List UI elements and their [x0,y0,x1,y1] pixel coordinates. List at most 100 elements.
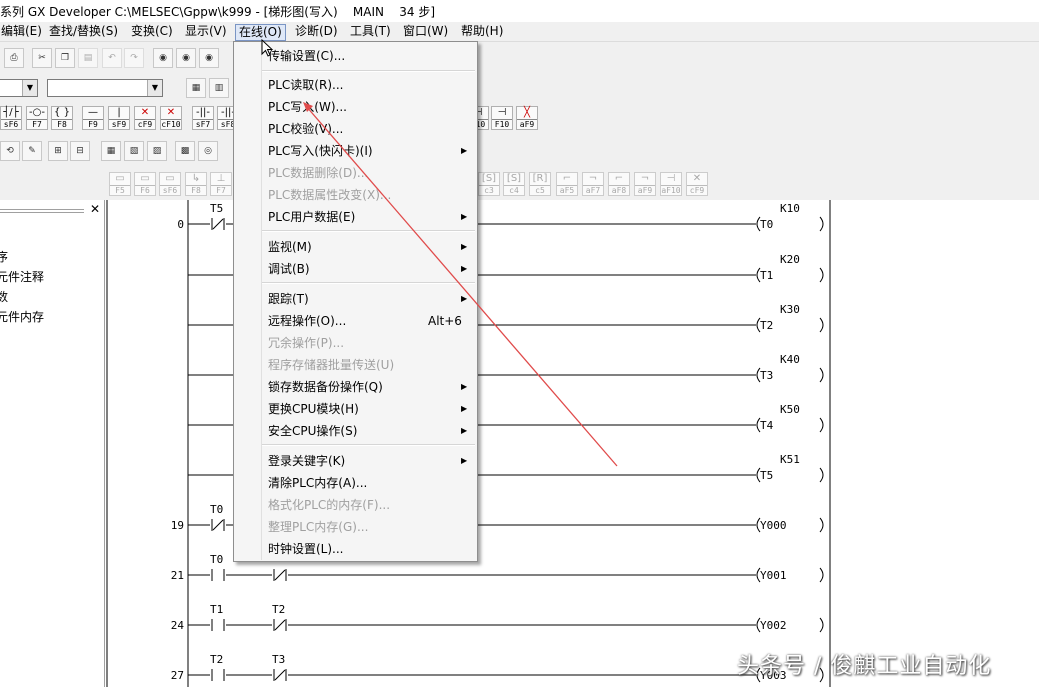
tree-item-program[interactable]: 序 [0,248,8,265]
fkey-c5[interactable]: [R] c5 [529,172,551,196]
fkey-af8[interactable]: ⌐ aF8 [608,172,630,196]
menu-diagnostics[interactable]: 诊断(D) [292,24,341,41]
fkey-f5[interactable]: ▭ F5 [109,172,131,196]
fkey-delete-vline-cf10[interactable]: ✕ cF10 [160,106,182,130]
online-menu-item[interactable]: 登录关键字(K) ▶ [235,450,476,472]
device-batch-icon[interactable]: ▩ [175,141,195,161]
menu-help[interactable]: 帮助(H) [458,24,506,41]
undo-icon[interactable]: ↶ [102,48,122,68]
ladder-edit-icon[interactable]: ▦ [101,141,121,161]
menu-item-shortcut: Alt+6 [428,314,462,328]
read-mode-2-icon[interactable]: ⊟ [70,141,90,161]
online-menu-item[interactable]: PLC读取(R)... [235,74,476,96]
online-menu-item[interactable]: 跟踪(T) ▶ [235,288,476,310]
online-menu-item[interactable]: 时钟设置(L)... [235,538,476,560]
online-menu-item[interactable]: 格式化PLC的内存(F)... [235,494,476,516]
paste-icon[interactable]: ▤ [78,48,98,68]
online-menu-item[interactable]: PLC写入(W)... [235,96,476,118]
parameter-icon[interactable]: ▥ [209,78,229,98]
fkey-af5[interactable]: ⌐ aF5 [556,172,578,196]
online-menu-item[interactable]: 冗余操作(P)... [235,332,476,354]
fkey-instruction-f8[interactable]: { } F8 [51,106,73,130]
coil-right-arc [819,216,824,232]
fkey-cf9[interactable]: ✕ cF9 [686,172,708,196]
device-search-icon[interactable]: ◉ [153,48,173,68]
fkey-af10[interactable]: ⊣ aF10 [660,172,682,196]
write-mode-icon[interactable]: ✎ [22,141,42,161]
fkey-rising-pulse-sf7[interactable]: -||- sF7 [192,106,214,130]
menu-item-label: 传输设置(C)... [268,49,346,63]
online-menu-item[interactable]: PLC数据删除(D)... [235,162,476,184]
coil-device-label: T0 [760,218,773,231]
timer-constant-label: K20 [780,253,800,266]
program-list-icon[interactable]: ▦ [186,78,206,98]
online-menu-item[interactable]: 更换CPU模块(H) ▶ [235,398,476,420]
menu-item-label: PLC用户数据(E) [268,210,356,224]
fkey-f7[interactable]: ⊥ F7 [210,172,232,196]
submenu-arrow-icon: ▶ [461,264,468,273]
fkey-coil-f7[interactable]: -○- F7 [26,106,48,130]
program-type-select[interactable]: ▼ [0,79,38,97]
menu-view[interactable]: 显示(V) [182,24,230,41]
online-menu-item[interactable]: 清除PLC内存(A)... [235,472,476,494]
online-menu-item[interactable]: 整理PLC内存(G)... [235,516,476,538]
online-menu-item[interactable]: PLC用户数据(E) ▶ [235,206,476,228]
fkey-right-f10-b[interactable]: ⊣ F10 [491,106,513,130]
tree-item-parameter[interactable]: 数 [0,288,8,305]
fkey-af7[interactable]: ¬ aF7 [582,172,604,196]
redo-icon[interactable]: ↷ [124,48,144,68]
submenu-arrow-icon: ▶ [461,212,468,221]
ladder-edit-3-icon[interactable]: ▨ [147,141,167,161]
menu-item-label: 锁存数据备份操作(Q) [268,380,383,394]
print-icon[interactable]: ⎙ [4,48,24,68]
comment-search-icon[interactable]: ◉ [199,48,219,68]
instruction-search-icon[interactable]: ◉ [176,48,196,68]
online-menu-item[interactable]: 调试(B) ▶ [235,258,476,280]
read-mode-icon[interactable]: ⊞ [48,141,68,161]
menu-item-label: 监视(M) [268,240,312,254]
submenu-arrow-icon: ▶ [461,404,468,413]
online-menu-item[interactable]: PLC校验(V)... [235,118,476,140]
close-icon[interactable]: ✕ [90,202,100,216]
online-menu-item[interactable]: 监视(M) ▶ [235,236,476,258]
online-menu-item[interactable]: 安全CPU操作(S) ▶ [235,420,476,442]
panel-grip[interactable] [0,209,84,213]
menu-find-replace[interactable]: 查找/替换(S) [46,24,121,41]
fkey-right-af9[interactable]: ╳ aF9 [516,106,538,130]
menu-separator [262,70,475,72]
online-menu-item[interactable]: 程序存储器批量传送(U) [235,354,476,376]
timer-constant-label: K10 [780,202,800,215]
fkey-hline-f9[interactable]: — F9 [82,106,104,130]
ladder-edit-2-icon[interactable]: ▧ [124,141,144,161]
fkey-sf6[interactable]: ▭ sF6 [159,172,181,196]
menu-item-label: 更换CPU模块(H) [268,402,359,416]
menu-item-label: PLC写入(W)... [268,100,347,114]
menu-item-label: 调试(B) [268,262,310,276]
menu-tools[interactable]: 工具(T) [347,24,394,41]
tree-item-device-memory[interactable]: 元件内存 [0,308,44,325]
zoom-icon[interactable]: ◎ [198,141,218,161]
menu-separator [262,444,475,446]
online-menu-item[interactable]: PLC数据属性改变(X)... [235,184,476,206]
online-menu-item[interactable]: 远程操作(O)... Alt+6 [235,310,476,332]
fkey-f6[interactable]: ▭ F6 [134,172,156,196]
fkey-delete-hline-cf9[interactable]: ✕ cF9 [134,106,156,130]
fkey-f8[interactable]: ↳ F8 [185,172,207,196]
menu-edit[interactable]: 编辑(E) [0,24,45,41]
fkey-c3[interactable]: [S] c3 [478,172,500,196]
contact-device-label: T0 [210,503,223,516]
tree-item-device-comment[interactable]: 元件注释 [0,268,44,285]
monitor-mode-icon[interactable]: ⟲ [0,141,20,161]
fkey-af9[interactable]: ¬ aF9 [634,172,656,196]
online-menu-item[interactable]: 锁存数据备份操作(Q) ▶ [235,376,476,398]
copy-icon[interactable]: ❐ [55,48,75,68]
fkey-c4[interactable]: [S] c4 [503,172,525,196]
cut-icon[interactable]: ✂ [32,48,52,68]
menu-convert[interactable]: 变换(C) [128,24,176,41]
fkey-nc-contact-sf6[interactable]: ┤/├ sF6 [0,106,22,130]
data-type-select[interactable]: ▼ [47,79,163,97]
menu-window[interactable]: 窗口(W) [400,24,451,41]
online-menu-item[interactable]: PLC写入(快闪卡)(I) ▶ [235,140,476,162]
fkey-vline-sf9[interactable]: | sF9 [108,106,130,130]
contact-device-label: T1 [210,603,223,616]
